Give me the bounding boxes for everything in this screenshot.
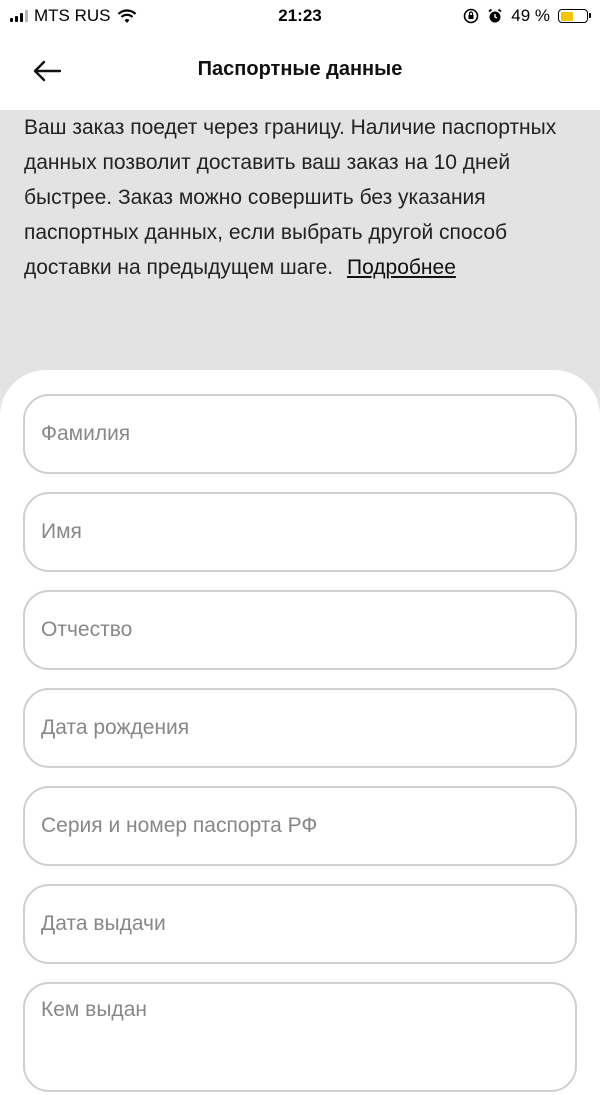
- issue-date-field[interactable]: [23, 884, 577, 964]
- middle-name-input[interactable]: [25, 592, 575, 668]
- nav-bar: Паспортные данные: [0, 32, 600, 110]
- birth-date-input[interactable]: [25, 690, 575, 766]
- page-title: Паспортные данные: [197, 58, 403, 80]
- status-bar: MTS RUS 21:23 49 %: [0, 0, 600, 32]
- info-text-block: Ваш заказ поедет через границу. Наличие …: [24, 110, 564, 285]
- issued-by-field[interactable]: [23, 982, 577, 1092]
- info-text: Ваш заказ поедет через границу. Наличие …: [24, 116, 557, 279]
- last-name-field[interactable]: [23, 394, 577, 474]
- alarm-icon: [488, 8, 502, 23]
- issued-by-input[interactable]: [25, 984, 575, 1090]
- last-name-input[interactable]: [25, 396, 575, 472]
- issue-date-input[interactable]: [25, 886, 575, 962]
- passport-number-field[interactable]: [23, 786, 577, 866]
- orientation-lock-icon: [463, 8, 479, 24]
- middle-name-field[interactable]: [23, 590, 577, 670]
- birth-date-field[interactable]: [23, 688, 577, 768]
- passport-number-input[interactable]: [25, 788, 575, 864]
- status-right: 49 %: [463, 6, 591, 26]
- more-link[interactable]: Подробнее: [347, 256, 456, 279]
- battery-percent: 49 %: [511, 6, 550, 25]
- passport-form: [0, 370, 600, 1092]
- first-name-field[interactable]: [23, 492, 577, 572]
- battery-icon: [558, 9, 591, 23]
- battery-fill: [560, 11, 573, 21]
- first-name-input[interactable]: [25, 494, 575, 570]
